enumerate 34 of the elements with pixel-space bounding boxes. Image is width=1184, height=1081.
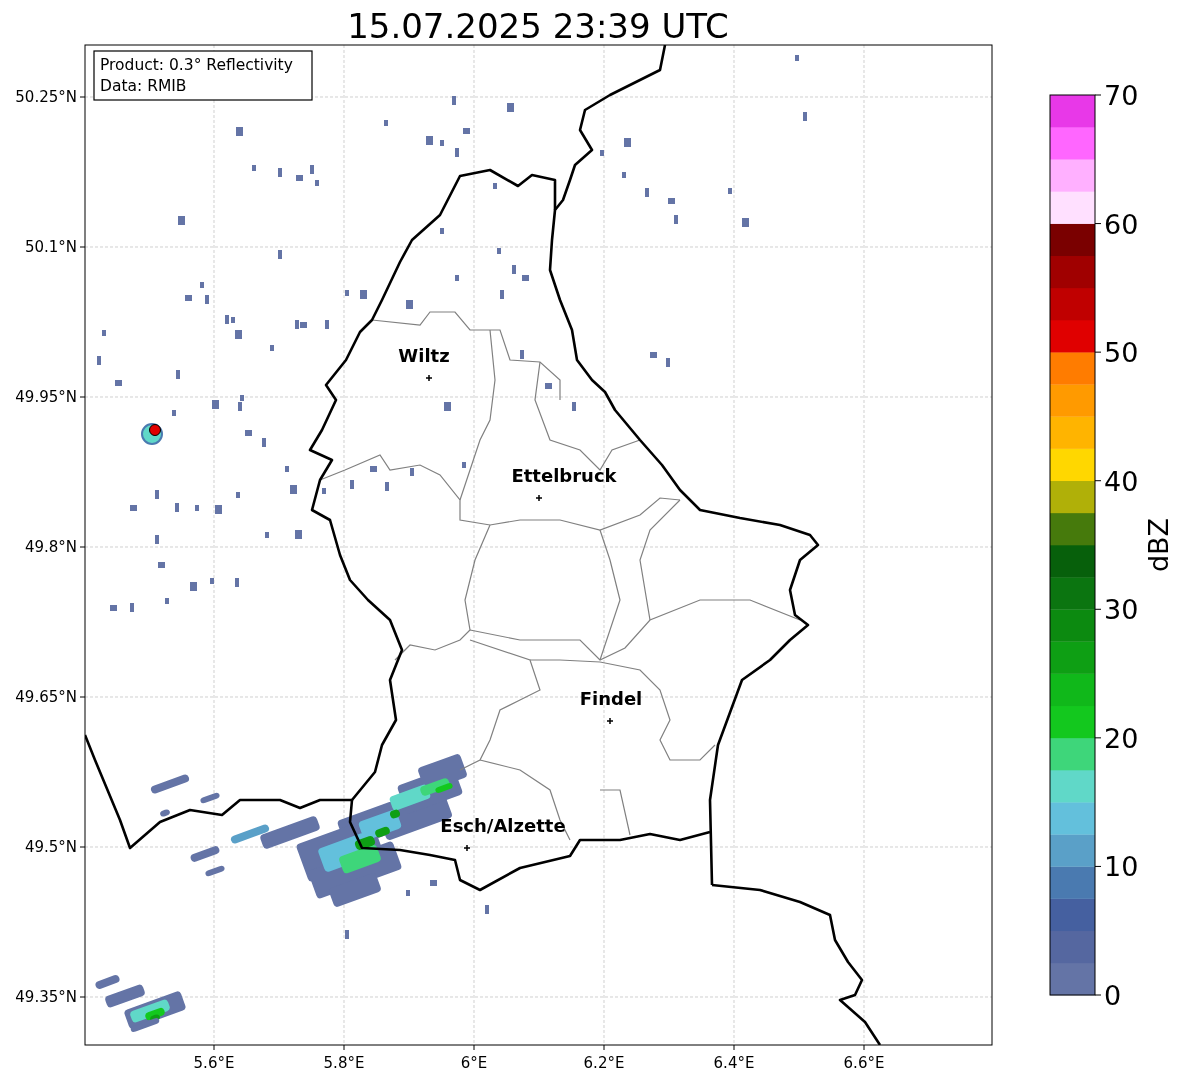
longitude-tick-label: 6.2°E bbox=[583, 1054, 625, 1072]
radar-site-icon bbox=[141, 423, 163, 445]
colorbar-tick-label: 40 bbox=[1104, 465, 1139, 497]
city-label: Esch/Alzette bbox=[440, 815, 566, 836]
colorbar-tick-label: 50 bbox=[1104, 337, 1139, 369]
latitude-tick-label: 49.95°N bbox=[15, 388, 77, 406]
longitude-tick-label: 6.4°E bbox=[713, 1054, 755, 1072]
city-label: Wiltz bbox=[398, 345, 450, 366]
latitude-tick-label: 49.8°N bbox=[24, 538, 77, 556]
city-label: Ettelbruck bbox=[511, 465, 617, 486]
latitude-tick-label: 49.5°N bbox=[24, 838, 77, 856]
city-label: Findel bbox=[579, 688, 643, 709]
latitude-tick-label: 49.65°N bbox=[15, 688, 77, 706]
longitude-tick-label: 5.8°E bbox=[323, 1054, 365, 1072]
city-marker-icon bbox=[463, 844, 471, 852]
latitude-tick-label: 49.35°N bbox=[15, 988, 77, 1006]
colorbar-tick-label: 0 bbox=[1104, 980, 1122, 1011]
colorbar-tick-label: 20 bbox=[1104, 722, 1139, 754]
colorbar-tick-label: 70 bbox=[1104, 80, 1139, 111]
latitude-tick-label: 50.1°N bbox=[24, 238, 77, 256]
city-marker-icon bbox=[425, 374, 433, 382]
longitude-tick-label: 6.6°E bbox=[843, 1054, 885, 1072]
data-source-label: Data: RMIB bbox=[100, 77, 187, 95]
chart-title: 15.07.2025 23:39 UTC bbox=[347, 6, 729, 46]
city-marker-icon bbox=[535, 494, 543, 502]
longitude-tick-label: 5.6°E bbox=[193, 1054, 235, 1072]
colorbar-tick-label: 60 bbox=[1104, 208, 1139, 240]
colorbar-tick-label: 30 bbox=[1104, 594, 1139, 626]
latitude-tick-label: 50.25°N bbox=[15, 88, 77, 106]
product-label: Product: 0.3° Reflectivity bbox=[100, 56, 293, 74]
city-marker-icon bbox=[606, 717, 614, 725]
colorbar-label: dBZ bbox=[1143, 517, 1174, 573]
longitude-tick-label: 6°E bbox=[460, 1054, 488, 1072]
colorbar-tick-label: 10 bbox=[1104, 851, 1139, 883]
